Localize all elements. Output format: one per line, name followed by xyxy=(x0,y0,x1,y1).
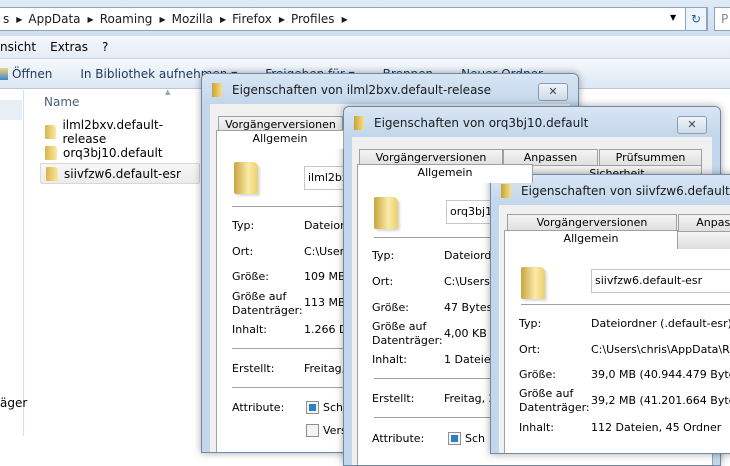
value-inhalt: 112 Dateien, 45 Ordner xyxy=(591,421,722,434)
chevron-right-icon: ▶ xyxy=(341,14,348,24)
sort-ascending-icon: ▲ xyxy=(165,88,171,96)
menu-ansicht[interactable]: nsicht xyxy=(0,40,36,54)
open-folder-icon xyxy=(0,67,8,80)
nav-item-label[interactable]: äger xyxy=(0,396,27,410)
label-attribute: Attribute: xyxy=(232,401,285,414)
file-row[interactable]: ilml2bxv.default-release xyxy=(40,118,200,146)
menu-extras[interactable]: Extras xyxy=(50,40,88,54)
tab-allgemein[interactable]: Allgemein xyxy=(357,164,533,183)
close-icon[interactable]: ✕ xyxy=(677,116,707,134)
refresh-icon[interactable]: ↻ xyxy=(685,7,707,31)
label-groesse: Größe: xyxy=(372,301,409,314)
search-input[interactable]: P xyxy=(714,7,730,31)
label-inhalt: Inhalt: xyxy=(372,353,408,366)
address-bar[interactable]: s ▶ AppData ▶ Roaming ▶ Mozilla ▶ Firefox ▶ P… xyxy=(0,7,708,31)
divider xyxy=(521,304,730,305)
label-groesse: Größe: xyxy=(232,270,269,283)
label-typ: Typ: xyxy=(519,317,542,330)
dialog-title: Eigenschaften von ilml2bxv.default-relea… xyxy=(232,83,492,97)
crumb-label: AppData xyxy=(28,12,81,26)
chevron-right-icon: ▶ xyxy=(278,14,285,24)
folder-icon xyxy=(374,197,398,229)
folder-icon xyxy=(521,267,545,299)
label-ort: Ort: xyxy=(232,245,254,258)
tab-more[interactable] xyxy=(677,231,730,249)
crumb-label: Firefox xyxy=(232,12,272,26)
file-row[interactable]: orq3bj10.default xyxy=(40,142,200,163)
chevron-right-icon: ▶ xyxy=(219,14,227,24)
label-typ: Typ: xyxy=(372,249,395,262)
crumb-label: Roaming xyxy=(99,12,153,26)
value-erstellt: Freitag, 2 xyxy=(444,392,496,405)
folder-name-input[interactable]: siivfzw6.default-esr xyxy=(591,269,730,293)
label-datentraeger: Datenträger: xyxy=(232,304,303,317)
open-label: Öffnen xyxy=(12,66,53,81)
breadcrumb-item[interactable]: Roaming ▶ xyxy=(100,12,166,26)
readonly-checkbox[interactable] xyxy=(306,401,319,414)
breadcrumb-item[interactable]: AppData ▶ xyxy=(28,12,93,26)
address-dropdown-icon[interactable]: ▼ xyxy=(670,13,676,22)
column-header-name[interactable]: Name xyxy=(44,95,79,109)
value-typ: Dateiordner (.default-esr) xyxy=(591,317,730,330)
dialog-title: Eigenschaften von orq3bj10.default xyxy=(374,116,589,130)
value-ort: C:\Users\ xyxy=(444,275,494,288)
tab-allgemein[interactable]: Allgemein xyxy=(504,230,678,249)
label-groesse-auf: Größe auf xyxy=(519,387,574,400)
crumb-label: s xyxy=(3,12,10,26)
folder-icon xyxy=(46,166,58,181)
label-erstellt: Erstellt: xyxy=(372,392,415,405)
folder-icon xyxy=(354,116,364,130)
value-ort: C:\Users\chris\AppData\Roaming xyxy=(591,343,730,356)
file-row-selected[interactable]: siivfzw6.default-esr xyxy=(40,163,200,184)
label-inhalt: Inhalt: xyxy=(232,323,268,336)
value-groesse: 39,0 MB (40.944.479 Bytes) xyxy=(591,368,730,381)
file-name: siivfzw6.default-esr xyxy=(64,166,181,181)
navigation-pane[interactable] xyxy=(0,90,24,436)
breadcrumb-item[interactable]: s ▶ xyxy=(3,12,22,26)
label-groesse: Größe: xyxy=(519,368,556,381)
open-button[interactable]: Öffnen xyxy=(0,67,52,81)
dialog-title: Eigenschaften von siivfzw6.default-esr xyxy=(521,184,730,198)
tab-pruefsummen[interactable]: Prüfsummen xyxy=(599,149,702,166)
label-typ: Typ: xyxy=(232,219,255,232)
label-groesse-auf: Größe auf xyxy=(372,320,427,333)
attr-readonly-label: Sch xyxy=(465,432,486,445)
label-ort: Ort: xyxy=(519,343,541,356)
value-groesse-disk: 39,2 MB (41.201.664 Bytes) xyxy=(591,394,730,407)
readonly-checkbox[interactable] xyxy=(448,432,461,445)
tab-anpassen[interactable]: Anpassen xyxy=(678,214,730,231)
label-groesse-auf: Größe auf xyxy=(232,290,287,303)
label-datentraeger: Datenträger: xyxy=(519,401,590,414)
menu-bar: nsicht Extras ? xyxy=(0,36,730,59)
chevron-right-icon: ▶ xyxy=(159,14,166,24)
dialog-body: Vorgängerversionen Anpassen Allgemein si… xyxy=(499,205,730,453)
value-groesse-disk: 113 MB xyxy=(304,296,346,309)
breadcrumb-item[interactable]: Mozilla ▶ xyxy=(172,12,227,26)
breadcrumb-item[interactable]: Profiles ▶ xyxy=(291,12,348,26)
folder-icon xyxy=(45,124,57,139)
label-erstellt: Erstellt: xyxy=(232,362,275,375)
hidden-checkbox[interactable] xyxy=(306,424,319,437)
tab-allgemein[interactable]: Allgemein xyxy=(216,130,344,149)
chevron-right-icon: ▶ xyxy=(16,14,23,24)
label-ort: Ort: xyxy=(372,275,394,288)
breadcrumb-item[interactable]: Firefox ▶ xyxy=(232,12,285,26)
file-name: orq3bj10.default xyxy=(63,145,163,160)
folder-icon xyxy=(45,145,57,160)
crumb-label: Profiles xyxy=(290,12,335,26)
menu-help[interactable]: ? xyxy=(102,40,108,54)
chevron-right-icon: ▶ xyxy=(87,14,94,24)
close-icon[interactable]: ✕ xyxy=(538,83,568,101)
label-attribute: Attribute: xyxy=(372,432,425,445)
label-inhalt: Inhalt: xyxy=(519,421,555,434)
folder-icon xyxy=(501,184,511,198)
value-groesse: 109 MB xyxy=(304,270,346,283)
properties-dialog-esr: Eigenschaften von siivfzw6.default-esr V… xyxy=(490,174,730,454)
folder-icon xyxy=(234,162,258,194)
nav-selected-item[interactable] xyxy=(0,100,22,120)
crumb-label: Mozilla xyxy=(171,12,213,26)
label-datentraeger: Datenträger: xyxy=(372,334,443,347)
tab-vorgaengerversionen[interactable]: Vorgängerversionen xyxy=(507,214,677,231)
folder-icon xyxy=(212,83,222,97)
